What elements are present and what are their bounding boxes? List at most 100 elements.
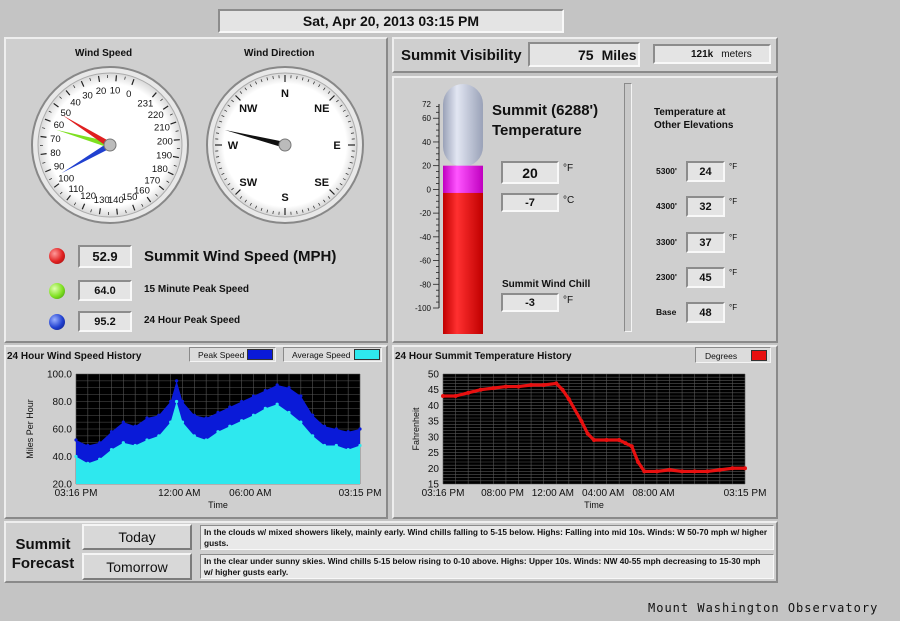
direction-label-se: SE [314, 177, 329, 189]
average-speed-point [174, 399, 179, 404]
average-speed-point [169, 420, 173, 424]
x-tick-label: 04:00 AM [582, 488, 624, 499]
speed-tick-mark [116, 208, 118, 215]
peak-speed-point [275, 383, 279, 387]
peak-speed-point [263, 388, 267, 393]
peak-speed-point [216, 410, 220, 415]
speed-tick-label: 170 [144, 176, 160, 187]
speed-tick-label: 60 [54, 120, 65, 131]
average-speed-point [216, 430, 220, 434]
average-speed-point [98, 457, 102, 461]
x-tick-label: 03:15 PM [339, 488, 382, 499]
peak-speed-point [311, 413, 315, 417]
y-tick-label: 25 [428, 448, 440, 459]
speed-tick-mark [40, 153, 47, 156]
average-speed-point [192, 434, 196, 438]
elevation-unit: °F [729, 233, 738, 242]
peak-speed-point [299, 394, 303, 398]
temperature-point [730, 466, 735, 471]
temperature-point [680, 469, 685, 474]
average-speed-point [109, 448, 114, 452]
thermometer-tick-label: -80 [419, 280, 431, 289]
peak15-value: 64.0 [78, 280, 132, 301]
speed-tick-label: 80 [50, 148, 61, 159]
temperature-point [491, 386, 496, 391]
elevation-label: 4300' [656, 201, 677, 211]
average-speed-point [251, 413, 256, 417]
peak-speed-point [334, 427, 338, 431]
wind-chill-value: -3 [501, 293, 559, 312]
temperature-point [642, 469, 647, 474]
x-tick-label: 03:15 PM [724, 488, 767, 499]
speed-tick-label: 190 [156, 150, 172, 161]
average-speed-point [322, 443, 327, 448]
thermometer-tick-label: 20 [422, 162, 431, 171]
wind-history-chart: 100.080.060.040.020.003:16 PM 12:00 AM 06:… [25, 370, 382, 511]
average-speed-point [263, 406, 267, 410]
datetime-display: Sat, Apr 20, 2013 03:15 PM [218, 9, 564, 33]
average-speed-point [121, 441, 125, 445]
x-axis-label: Time [584, 500, 604, 510]
peak24-value: 95.2 [78, 311, 132, 332]
temperature-point [566, 397, 571, 402]
forecast-title-line1: Summit [15, 536, 71, 553]
speed-tick-label: 220 [148, 110, 164, 121]
speed-tick-label: 210 [154, 123, 170, 134]
temp-history-chart: 504540353025201503:16 PM 08:00 PM 12:00 AM… [411, 370, 767, 511]
tomorrow-button[interactable]: Tomorrow [82, 553, 192, 580]
elevation-value: 32 [686, 196, 725, 217]
temperature-point [554, 381, 559, 386]
y-tick-label: 20 [428, 464, 440, 475]
wind-history-title: 24 Hour Wind Speed History [7, 351, 142, 362]
elevations-title: Temperature at Other Elevations [654, 106, 733, 132]
average-speed-point [275, 402, 279, 406]
wind-direction-gauge: N NE E SE S SW W NW [206, 66, 364, 224]
direction-label-nw: NW [239, 103, 258, 115]
speed-tick-label: 70 [50, 134, 61, 145]
thermometer-bulb [443, 310, 483, 334]
visibility-meters-unit: meters [721, 48, 752, 60]
elevation-unit: °F [729, 197, 738, 206]
average-speed-point [358, 443, 362, 448]
today-button[interactable]: Today [82, 524, 192, 550]
elevation-label: 2300' [656, 272, 677, 282]
legend-peak-swatch [247, 349, 273, 360]
temperature-point [466, 390, 471, 395]
speed-tick-label: 0 [126, 89, 131, 100]
average-speed-point [334, 443, 338, 448]
x-tick-label: 12:00 AM [158, 488, 200, 499]
temperature-point [717, 467, 722, 472]
x-tick-label: 12:00 AM [532, 488, 574, 499]
average-speed-point [145, 438, 149, 442]
legend-degrees-swatch [751, 350, 767, 361]
temperature-point [478, 387, 483, 392]
average-speed-point [311, 434, 315, 438]
elevation-value: 37 [686, 232, 725, 253]
speed-tick-label: 20 [96, 86, 107, 97]
peak-speed-point [180, 399, 185, 404]
average-speed-point [157, 434, 161, 438]
temperature-point [636, 460, 641, 464]
temperature-point [592, 438, 596, 442]
average-speed-point [228, 424, 232, 428]
legend-avg: Average Speed [283, 347, 382, 362]
wind-direction-gauge-title: Wind Direction [244, 48, 315, 59]
elevation-unit: °F [729, 303, 738, 312]
speed-tick-label: 200 [157, 136, 173, 147]
average-speed-point [299, 420, 303, 424]
temperature-point [585, 431, 590, 436]
thermometer-tick-label: 60 [422, 114, 431, 123]
peak-speed-point [133, 424, 137, 428]
peak-speed-point [174, 379, 179, 383]
temperature-point [743, 466, 747, 471]
temperature-point [623, 441, 628, 446]
speed-tick-label: 10 [110, 86, 121, 97]
legend-degrees: Degrees [695, 347, 771, 363]
elevations-title-line1: Temperature at [654, 107, 726, 118]
wind-chill-label: Summit Wind Chill [502, 279, 591, 290]
direction-label-s: S [281, 192, 288, 204]
current-wind-value: 52.9 [78, 245, 132, 268]
peak-speed-point [346, 430, 350, 434]
thermometer-tick-label: -60 [419, 257, 431, 266]
temperature-point [692, 469, 697, 474]
